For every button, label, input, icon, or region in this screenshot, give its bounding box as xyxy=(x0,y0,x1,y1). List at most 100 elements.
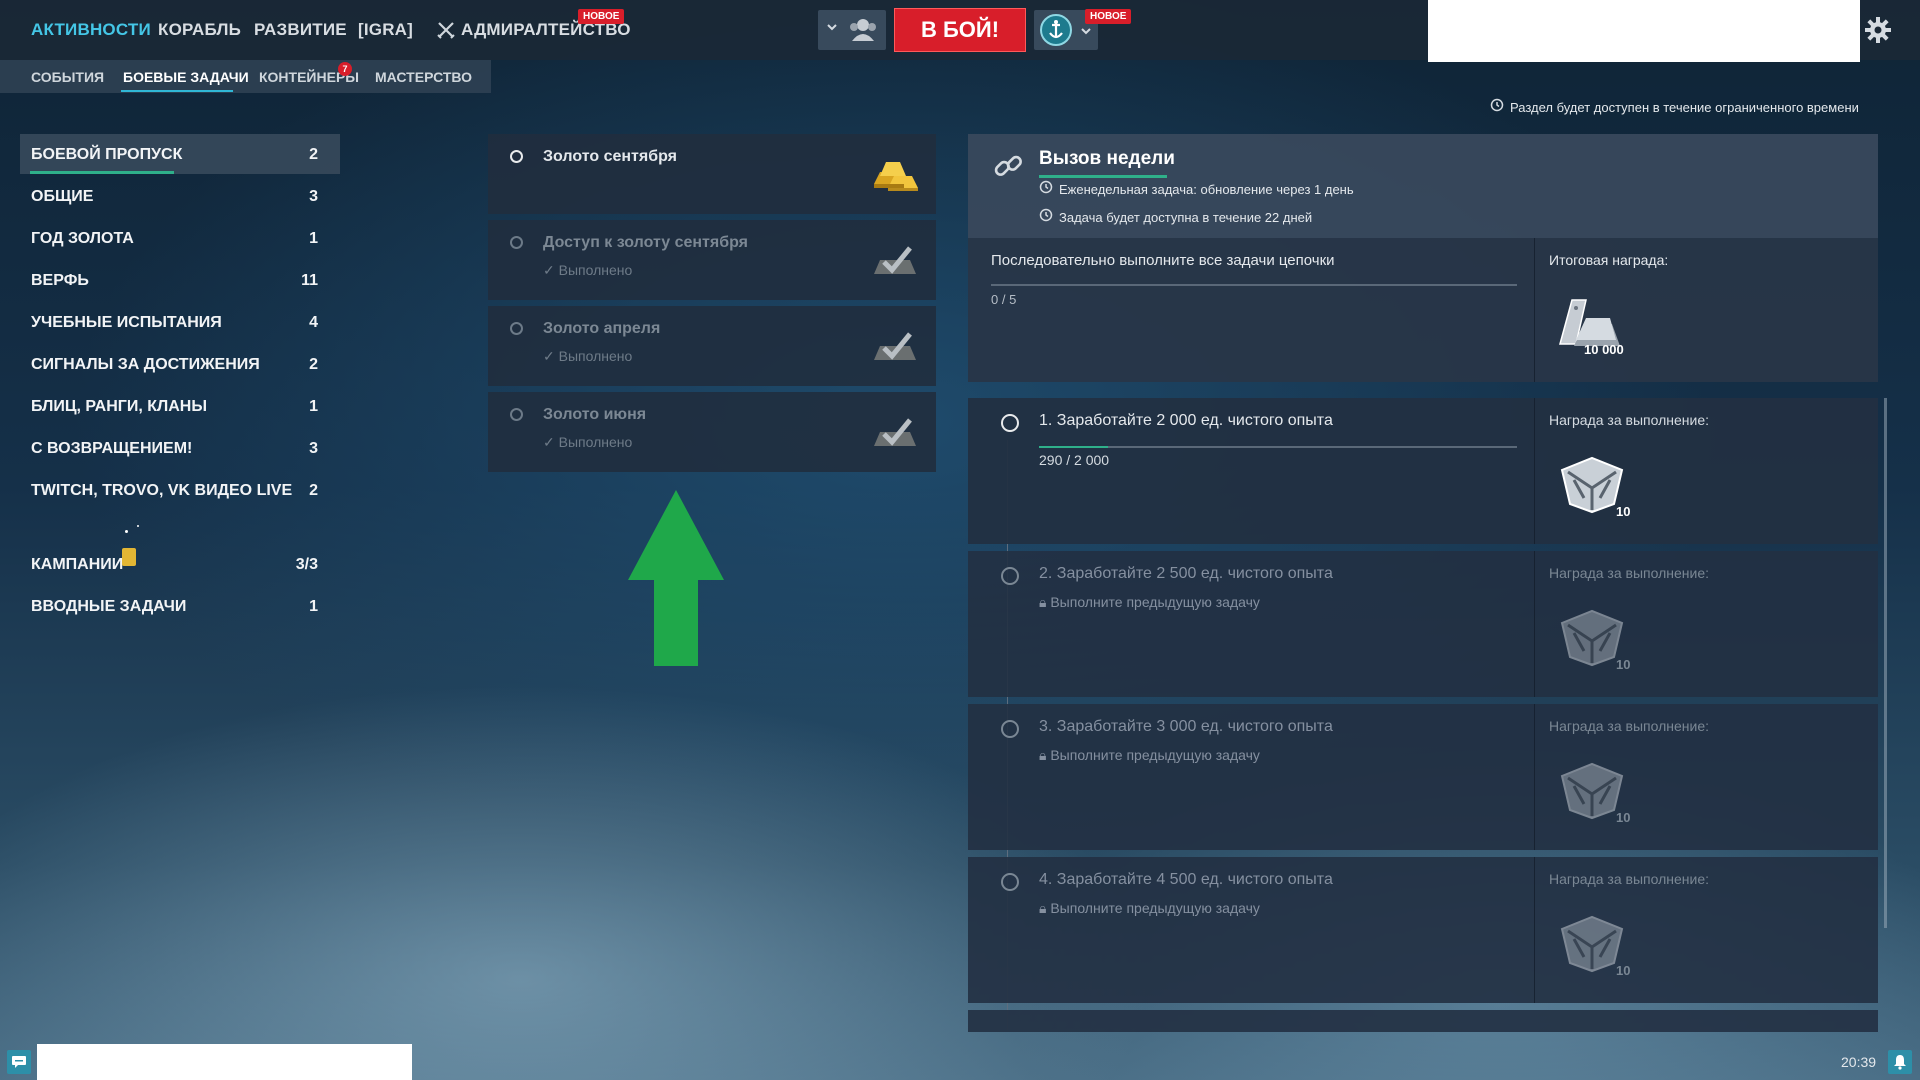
notification-bell-icon[interactable] xyxy=(1888,1050,1912,1074)
reward-label: Награда за выполнение: xyxy=(1549,412,1709,428)
nav-development[interactable]: РАЗВИТИЕ xyxy=(254,20,347,40)
category-count: 1 xyxy=(309,230,318,247)
completed-check-icon xyxy=(870,412,920,452)
mission-card-gold-access[interactable]: Доступ к золоту сентября ✓ Выполнено xyxy=(488,220,936,300)
category-intro-missions[interactable]: ВВОДНЫЕ ЗАДАЧИ 1 xyxy=(20,586,340,626)
card-status: ✓ Выполнено xyxy=(543,434,633,450)
up-arrow-icon xyxy=(626,488,726,673)
containers-count-badge: 7 xyxy=(338,62,352,76)
chevron-down-icon xyxy=(826,20,838,38)
card-title: Золото апреля xyxy=(543,320,661,337)
reward-label: Награда за выполнение: xyxy=(1549,565,1709,581)
task-lock-text: Выполните предыдущую задачу xyxy=(1050,900,1260,916)
category-label: КАМПАНИИ xyxy=(31,556,124,573)
reward-amount: 10 xyxy=(1616,657,1631,672)
clock-icon xyxy=(1039,208,1053,227)
divider xyxy=(1534,857,1535,1003)
category-blitz-ranks-clans[interactable]: БЛИЦ, РАНГИ, КЛАНЫ 1 xyxy=(20,386,340,426)
top-nav-bar: АКТИВНОСТИ КОРАБЛЬ РАЗВИТИЕ [IGRA] АДМИР… xyxy=(0,0,1920,62)
anchor-emblem-icon xyxy=(1040,14,1072,51)
nav-clan[interactable]: [IGRA] xyxy=(358,20,413,40)
final-reward-label: Итоговая награда: xyxy=(1549,252,1669,268)
radio-indicator xyxy=(510,322,523,335)
nav-activities[interactable]: АКТИВНОСТИ xyxy=(31,20,151,40)
tab-combat-missions[interactable]: БОЕВЫЕ ЗАДАЧИ xyxy=(123,69,249,85)
redacted-area xyxy=(37,1044,412,1080)
task-1[interactable]: 1. Заработайте 2 000 ед. чистого опыта 2… xyxy=(968,398,1878,544)
card-status-text: Выполнено xyxy=(558,348,633,364)
radio-indicator xyxy=(510,408,523,421)
category-label: СИГНАЛЫ ЗА ДОСТИЖЕНИЯ xyxy=(31,356,260,373)
task-status-circle xyxy=(1001,414,1019,432)
category-streaming[interactable]: TWITCH, TROVO, VK ВИДЕО LIVE 2 xyxy=(20,470,340,510)
category-count: 11 xyxy=(301,272,318,289)
category-achievement-signals[interactable]: СИГНАЛЫ ЗА ДОСТИЖЕНИЯ 2 xyxy=(20,344,340,384)
completed-check-icon xyxy=(870,326,920,366)
category-label: УЧЕБНЫЕ ИСПЫТАНИЯ xyxy=(31,314,222,331)
radio-indicator xyxy=(510,236,523,249)
task-lock-text: Выполните предыдущую задачу xyxy=(1050,747,1260,763)
mission-card-gold-june[interactable]: Золото июня ✓ Выполнено xyxy=(488,392,936,472)
mission-card-gold-april[interactable]: Золото апреля ✓ Выполнено xyxy=(488,306,936,386)
reward-label: Награда за выполнение: xyxy=(1549,871,1709,887)
card-status-text: Выполнено xyxy=(558,262,633,278)
category-general[interactable]: ОБЩИЕ 3 xyxy=(20,176,340,216)
tab-mastery[interactable]: МАСТЕРСТВО xyxy=(375,69,472,85)
category-label: С ВОЗВРАЩЕНИЕМ! xyxy=(31,440,193,457)
task-title: 3. Заработайте 3 000 ед. чистого опыта xyxy=(1039,718,1333,735)
task-lock-note: 🔒︎ Выполните предыдущую задачу xyxy=(1039,594,1260,611)
category-campaigns[interactable]: КАМПАНИИ 3/3 xyxy=(20,544,340,584)
task-title: 1. Заработайте 2 000 ед. чистого опыта xyxy=(1039,412,1333,429)
chain-instruction: Последовательно выполните все задачи цеп… xyxy=(991,252,1335,269)
chat-icon[interactable] xyxy=(7,1050,31,1074)
task-lock-text: Выполните предыдущую задачу xyxy=(1050,594,1260,610)
task-4[interactable]: 4. Заработайте 4 500 ед. чистого опыта 🔒… xyxy=(968,857,1878,1003)
category-label: TWITCH, TROVO, VK ВИДЕО LIVE xyxy=(31,482,293,499)
category-count: 3/3 xyxy=(295,556,318,573)
category-count: 3 xyxy=(309,440,318,457)
reward-amount: 10 xyxy=(1616,963,1631,978)
task-progress-text: 290 / 2 000 xyxy=(1039,452,1110,468)
gear-icon[interactable] xyxy=(1864,16,1892,49)
weekly-challenge-header: Вызов недели Еженедельная задача: обновл… xyxy=(968,134,1878,238)
category-label: БОЕВОЙ ПРОПУСК xyxy=(31,146,183,163)
division-button[interactable] xyxy=(818,10,886,50)
campaign-badge-icon xyxy=(122,548,136,566)
divider xyxy=(1534,238,1535,382)
nav-ship[interactable]: КОРАБЛЬ xyxy=(158,20,241,40)
category-count: 3 xyxy=(309,188,318,205)
task-lock-note: 🔒︎ Выполните предыдущую задачу xyxy=(1039,900,1260,917)
tab-events[interactable]: СОБЫТИЯ xyxy=(31,69,104,85)
weekly-info-line: Еженедельная задача: обновление через 1 … xyxy=(1039,180,1354,199)
sub-nav-bar: СОБЫТИЯ БОЕВЫЕ ЗАДАЧИ КОНТЕЙНЕРЫ 7 МАСТЕ… xyxy=(0,60,491,93)
category-welcome-back[interactable]: С ВОЗВРАЩЕНИЕМ! 3 xyxy=(20,428,340,468)
chain-progress-bar xyxy=(991,284,1517,286)
category-count: 2 xyxy=(309,146,318,163)
task-5-partial[interactable] xyxy=(968,1010,1878,1032)
card-status-text: Выполнено xyxy=(558,434,633,450)
chain-link-icon xyxy=(992,150,1024,187)
active-tab-underline xyxy=(121,90,233,92)
admiralty-new-badge: НОВОЕ xyxy=(578,9,625,24)
weekly-availability-text: Задача будет доступна в течение 22 дней xyxy=(1059,210,1313,225)
card-title: Золото сентября xyxy=(543,148,677,165)
final-reward-amount: 10 000 xyxy=(1584,342,1624,357)
card-title: Золото июня xyxy=(543,406,647,423)
division-icon xyxy=(848,17,878,48)
category-year-of-gold[interactable]: ГОД ЗОЛОТА 1 xyxy=(20,218,340,258)
scrollbar[interactable] xyxy=(1884,398,1887,928)
category-training-trials[interactable]: УЧЕБНЫЕ ИСПЫТАНИЯ 4 xyxy=(20,302,340,342)
weekly-title: Вызов недели xyxy=(1039,148,1175,169)
dot-marker xyxy=(137,525,139,527)
battle-button[interactable]: В БОЙ! xyxy=(894,8,1026,52)
task-3[interactable]: 3. Заработайте 3 000 ед. чистого опыта 🔒… xyxy=(968,704,1878,850)
mission-card-gold-september[interactable]: Золото сентября xyxy=(488,134,936,214)
category-battle-pass[interactable]: БОЕВОЙ ПРОПУСК 2 xyxy=(20,134,340,174)
category-label: ВВОДНЫЕ ЗАДАЧИ xyxy=(31,598,187,615)
category-count: 1 xyxy=(309,598,318,615)
completed-check-icon xyxy=(870,240,920,280)
category-shipyard[interactable]: ВЕРФЬ 11 xyxy=(20,260,340,300)
task-progress-fill xyxy=(1039,446,1109,448)
task-2[interactable]: 2. Заработайте 2 500 ед. чистого опыта 🔒… xyxy=(968,551,1878,697)
task-title: 2. Заработайте 2 500 ед. чистого опыта xyxy=(1039,565,1333,582)
